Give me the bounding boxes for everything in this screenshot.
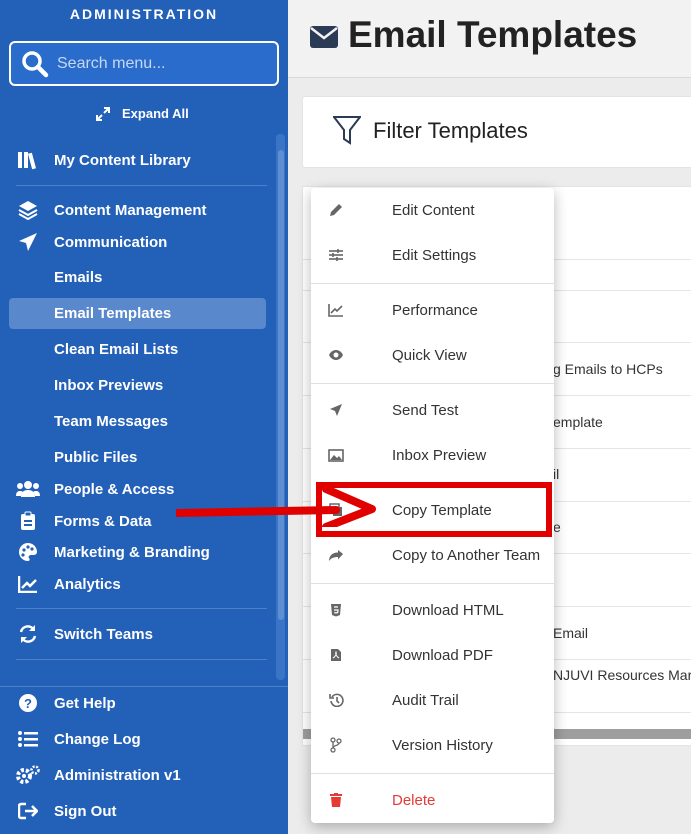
divider xyxy=(16,185,267,186)
menu-item-quick-view[interactable]: Quick View xyxy=(311,337,554,373)
line-chart-icon xyxy=(311,303,361,317)
sidebar-item-forms-data[interactable]: Forms & Data xyxy=(16,510,152,532)
menu-item-edit-settings[interactable]: Edit Settings xyxy=(311,237,554,273)
code-branch-icon xyxy=(311,737,361,753)
menu-item-audit-trail[interactable]: Audit Trail xyxy=(311,682,554,718)
sidebar-item-content-library[interactable]: My Content Library xyxy=(16,149,191,171)
menu-item-download-pdf[interactable]: Download PDF xyxy=(311,637,554,673)
table-cell[interactable]: g Emails to HCPs xyxy=(553,361,663,377)
sidebar-item-content-management[interactable]: Content Management xyxy=(16,199,207,221)
table-cell[interactable]: emplate xyxy=(553,414,603,430)
sidebar-item-marketing-branding[interactable]: Marketing & Branding xyxy=(16,541,210,563)
divider xyxy=(16,608,267,609)
paper-plane-icon xyxy=(16,231,40,253)
sidebar-item-analytics[interactable]: Analytics xyxy=(16,573,121,595)
arrow-annotation xyxy=(176,487,376,527)
question-circle-icon: ? xyxy=(16,692,40,714)
history-icon xyxy=(311,693,361,707)
line-chart-icon xyxy=(16,573,40,595)
sidebar-title: ADMINISTRATION xyxy=(69,6,219,22)
sync-icon xyxy=(16,623,40,645)
file-pdf-icon xyxy=(311,648,361,662)
menu-separator xyxy=(311,773,554,774)
menu-item-download-html[interactable]: Download HTML xyxy=(311,592,554,628)
menu-separator xyxy=(311,383,554,384)
eye-icon xyxy=(311,349,361,361)
menu-item-version-history[interactable]: Version History xyxy=(311,727,554,763)
filter-title: Filter Templates xyxy=(373,118,528,143)
page-title: Email Templates xyxy=(348,14,638,55)
sidebar-item-get-help[interactable]: ? Get Help xyxy=(16,692,116,714)
svg-text:?: ? xyxy=(24,696,32,711)
menu-item-inbox-preview[interactable]: Inbox Preview xyxy=(311,437,554,473)
page-header: Email Templates xyxy=(288,0,691,78)
trash-icon xyxy=(311,793,361,807)
search-box[interactable] xyxy=(9,41,279,86)
users-icon xyxy=(16,478,40,500)
layers-icon xyxy=(16,199,40,221)
share-icon xyxy=(311,549,361,562)
sidebar-item-switch-teams[interactable]: Switch Teams xyxy=(16,623,153,645)
expand-all-label: Expand All xyxy=(122,106,189,121)
html5-icon xyxy=(311,603,361,617)
sidebar-item-administration-v1[interactable]: Administration v1 xyxy=(16,764,181,786)
menu-item-copy-to-another-team[interactable]: Copy to Another Team xyxy=(311,537,554,573)
search-input[interactable] xyxy=(57,54,257,73)
sidebar-item-sign-out[interactable]: Sign Out xyxy=(16,800,117,822)
sliders-icon xyxy=(311,248,361,262)
sidebar-item-public-files[interactable]: Public Files xyxy=(54,447,137,469)
envelope-icon xyxy=(310,26,338,48)
clipboard-icon xyxy=(16,510,40,532)
sidebar-scrollbar-thumb[interactable] xyxy=(278,150,284,620)
palette-icon xyxy=(16,541,40,563)
table-cell[interactable]: e xyxy=(553,519,561,535)
books-icon xyxy=(16,149,40,171)
list-icon xyxy=(16,728,40,750)
table-cell[interactable]: NJUVI Resources Marke xyxy=(553,667,691,683)
expand-icon xyxy=(96,106,110,121)
gears-icon xyxy=(16,764,40,786)
sidebar: ADMINISTRATION Expand All My Content Lib… xyxy=(0,0,288,834)
menu-item-delete[interactable]: Delete xyxy=(311,782,554,818)
menu-separator xyxy=(311,583,554,584)
divider xyxy=(16,659,267,660)
sidebar-item-people-access[interactable]: People & Access xyxy=(16,478,174,500)
sidebar-item-change-log[interactable]: Change Log xyxy=(16,728,141,750)
pencil-icon xyxy=(311,203,361,217)
sidebar-item-emails[interactable]: Emails xyxy=(54,267,102,289)
sidebar-item-inbox-previews[interactable]: Inbox Previews xyxy=(54,375,163,397)
menu-item-edit-content[interactable]: Edit Content xyxy=(311,192,554,228)
menu-item-performance[interactable]: Performance xyxy=(311,292,554,328)
paper-plane-icon xyxy=(311,403,361,417)
sidebar-item-communication[interactable]: Communication xyxy=(16,231,167,253)
sign-out-icon xyxy=(16,800,40,822)
menu-item-send-test[interactable]: Send Test xyxy=(311,392,554,428)
filter-icon xyxy=(333,116,361,145)
sidebar-item-email-templates[interactable]: Email Templates xyxy=(54,303,171,325)
menu-separator xyxy=(311,283,554,284)
sidebar-item-team-messages[interactable]: Team Messages xyxy=(54,411,168,433)
image-icon xyxy=(311,448,361,462)
sidebar-item-clean-email-lists[interactable]: Clean Email Lists xyxy=(54,339,178,361)
table-cell[interactable]: Email xyxy=(553,625,588,641)
filter-panel[interactable]: Filter Templates xyxy=(302,96,691,168)
expand-all-button[interactable]: Expand All xyxy=(96,106,189,121)
search-icon xyxy=(22,50,49,77)
